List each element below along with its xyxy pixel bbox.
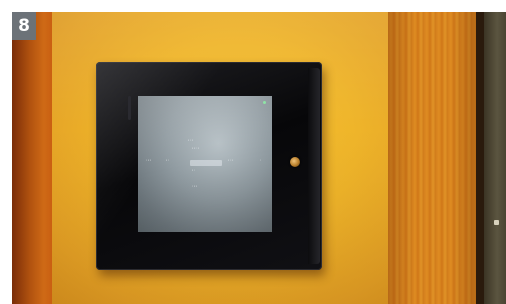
menu-item-right-2[interactable]: ▫: [260, 158, 261, 162]
menu-item-right[interactable]: ▪ ▫ ▪: [228, 158, 233, 162]
menu-subitem[interactable]: ▪ ▫: [192, 168, 195, 172]
door-gap: [476, 12, 484, 304]
menu-item-selected[interactable]: [190, 160, 222, 166]
brand-lettering: [128, 96, 131, 120]
wood-frame-left: [12, 12, 52, 304]
status-indicator-icon: [263, 101, 266, 104]
bezel-edge: [308, 68, 320, 264]
door-latch: [494, 220, 499, 225]
menu-item[interactable]: ▪ ▪ ▫ ▪: [192, 146, 199, 150]
menu-heading: ▪ ▫ ▪: [188, 138, 193, 142]
menu-item-left-2[interactable]: ▪ ▫: [166, 158, 169, 162]
menu-item-left[interactable]: ▫ ▪ ▪: [146, 158, 151, 162]
figure-number-badge: 8: [12, 12, 36, 40]
menu-subitem-2[interactable]: ▫ ▪ ▪: [192, 184, 197, 188]
touch-screen[interactable]: ▪ ▫ ▪ ▪ ▪ ▫ ▪ ▫ ▪ ▪ ▪ ▫ ▪ ▫ ▪ ▫ ▪ ▫ ▫ ▪ …: [138, 96, 272, 232]
door-panel: [484, 12, 506, 304]
wood-shading: [388, 12, 478, 304]
home-button-icon[interactable]: [290, 157, 300, 167]
